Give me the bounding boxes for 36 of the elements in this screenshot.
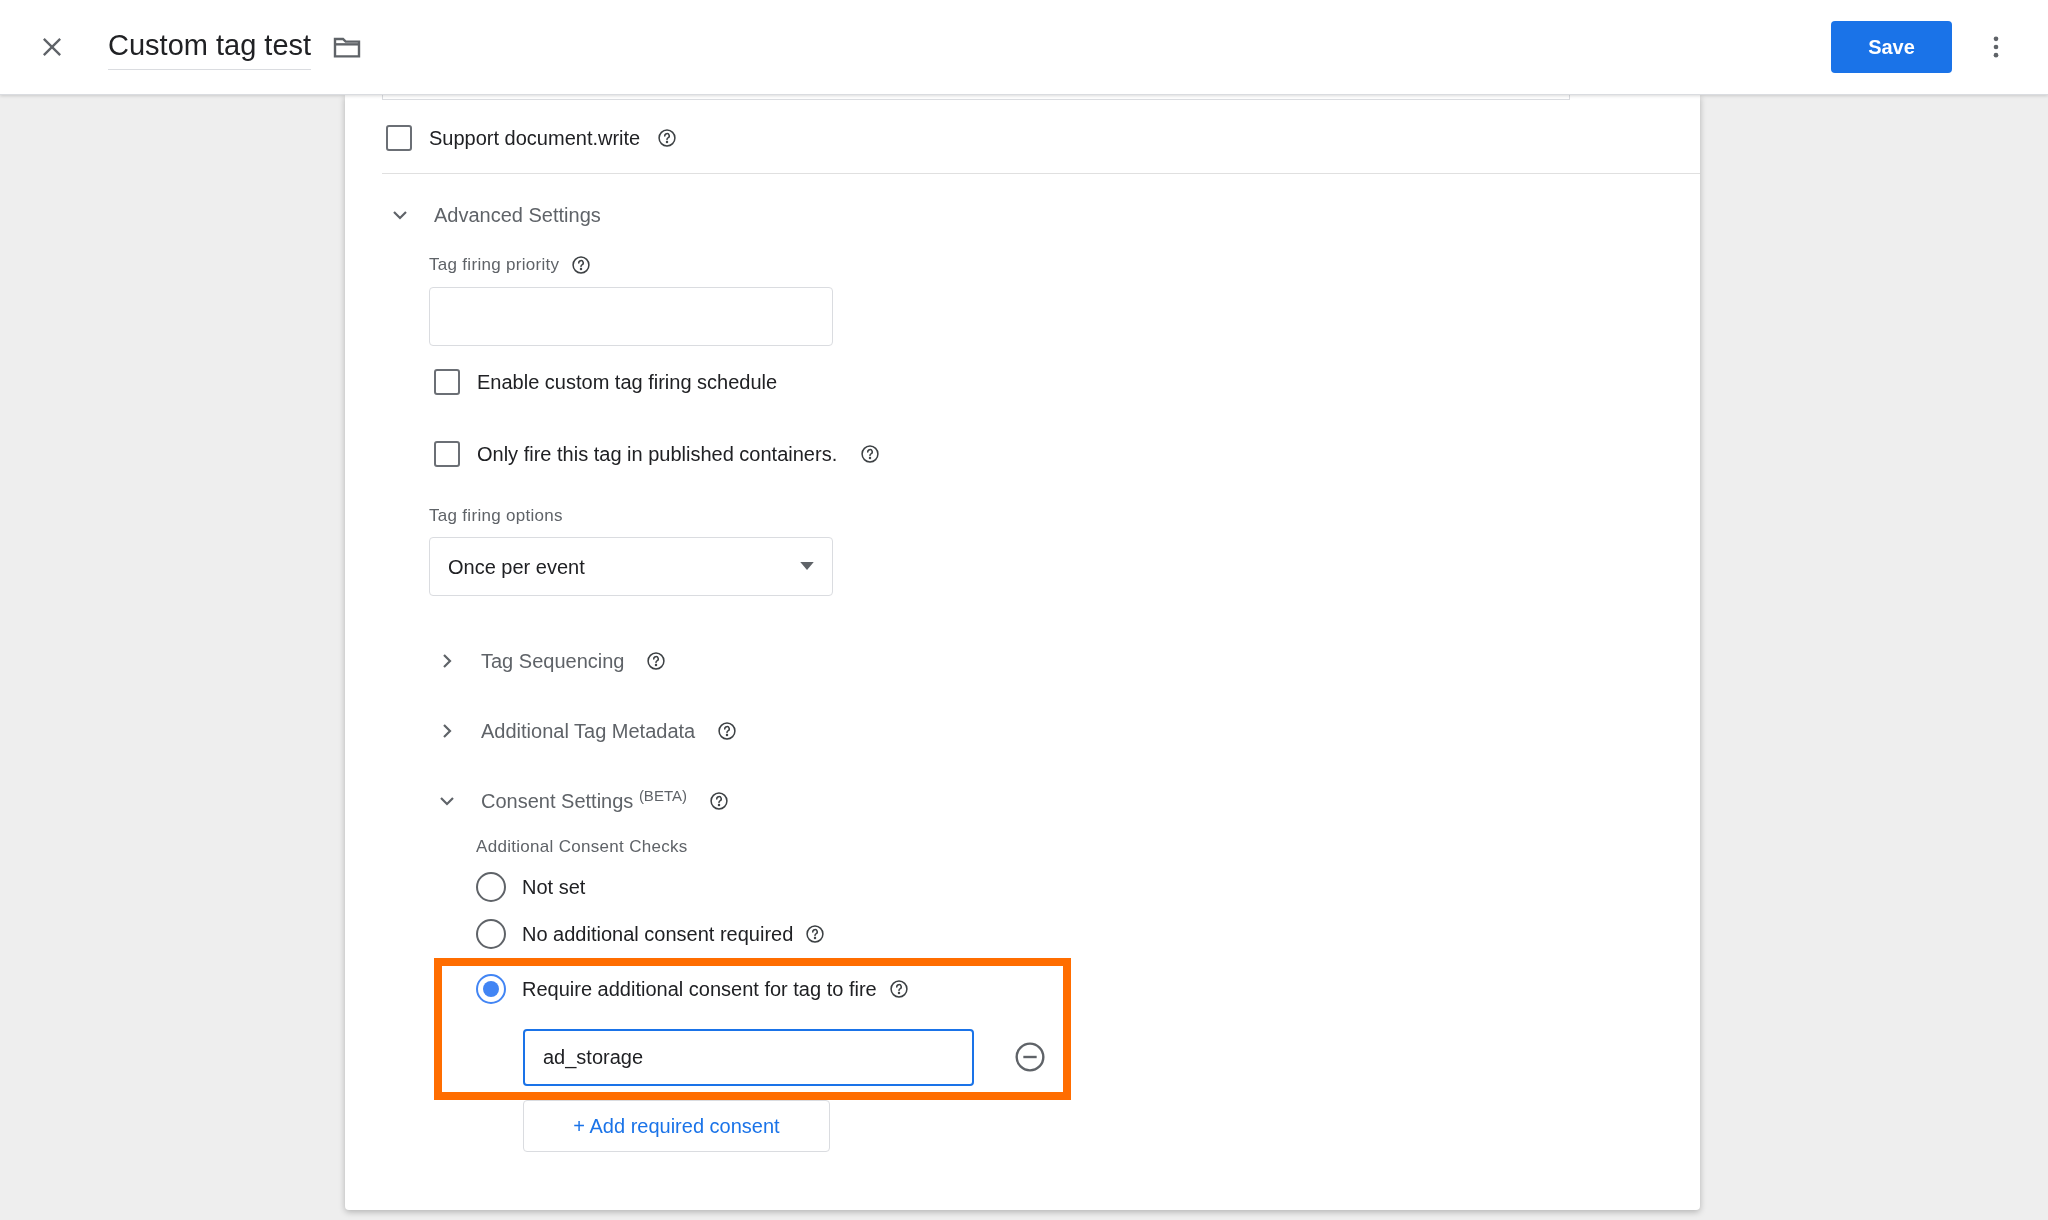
- section-title[interactable]: Advanced Settings: [434, 200, 601, 230]
- radio-button[interactable]: [476, 974, 506, 1004]
- radio-button[interactable]: [476, 919, 506, 949]
- priority-field[interactable]: [429, 286, 833, 346]
- dropdown-arrow-icon: [800, 562, 814, 571]
- radio-label: Not set: [522, 875, 586, 900]
- radio-label: No additional consent required: [522, 922, 794, 947]
- field-label: Tag firing priority: [429, 254, 560, 276]
- help-icon[interactable]: [657, 128, 678, 148]
- help-icon[interactable]: [717, 721, 738, 741]
- field-label: Tag firing options: [429, 504, 564, 527]
- help-icon[interactable]: [571, 254, 592, 275]
- section-title[interactable]: Consent Settings $^{(BETA)}$: [481, 786, 687, 816]
- section-title[interactable]: Tag Sequencing: [481, 646, 625, 676]
- consent-type-field[interactable]: ad_storage: [523, 1028, 974, 1086]
- checkbox-label: Support document.write: [429, 126, 641, 151]
- checkbox-label: Only fire this tag in published containers.: [477, 441, 838, 467]
- help-icon[interactable]: [708, 791, 729, 811]
- radio-label: Require additional consent for tag to fire: [522, 977, 877, 1002]
- firing-options-select[interactable]: Once per event: [429, 537, 833, 596]
- group-label: Additional Consent Checks: [476, 836, 689, 858]
- radio-button[interactable]: [476, 872, 506, 902]
- checkbox[interactable]: [434, 368, 460, 395]
- input-field[interactable]: [382, 95, 1570, 100]
- help-icon[interactable]: [805, 924, 826, 944]
- save-button[interactable]: Save: [1831, 21, 1952, 73]
- help-icon[interactable]: [860, 443, 881, 464]
- checkbox-label: Enable custom tag firing schedule: [477, 369, 778, 395]
- add-consent-button[interactable]: + Add required consent: [523, 1099, 830, 1152]
- section-title[interactable]: Additional Tag Metadata: [481, 716, 696, 746]
- tag-title[interactable]: Custom tag test: [108, 23, 312, 71]
- checkbox[interactable]: [434, 440, 460, 467]
- help-icon[interactable]: [646, 651, 667, 671]
- help-icon[interactable]: [888, 979, 909, 999]
- checkbox[interactable]: [386, 125, 412, 151]
- remove-icon[interactable]: [1014, 1041, 1046, 1073]
